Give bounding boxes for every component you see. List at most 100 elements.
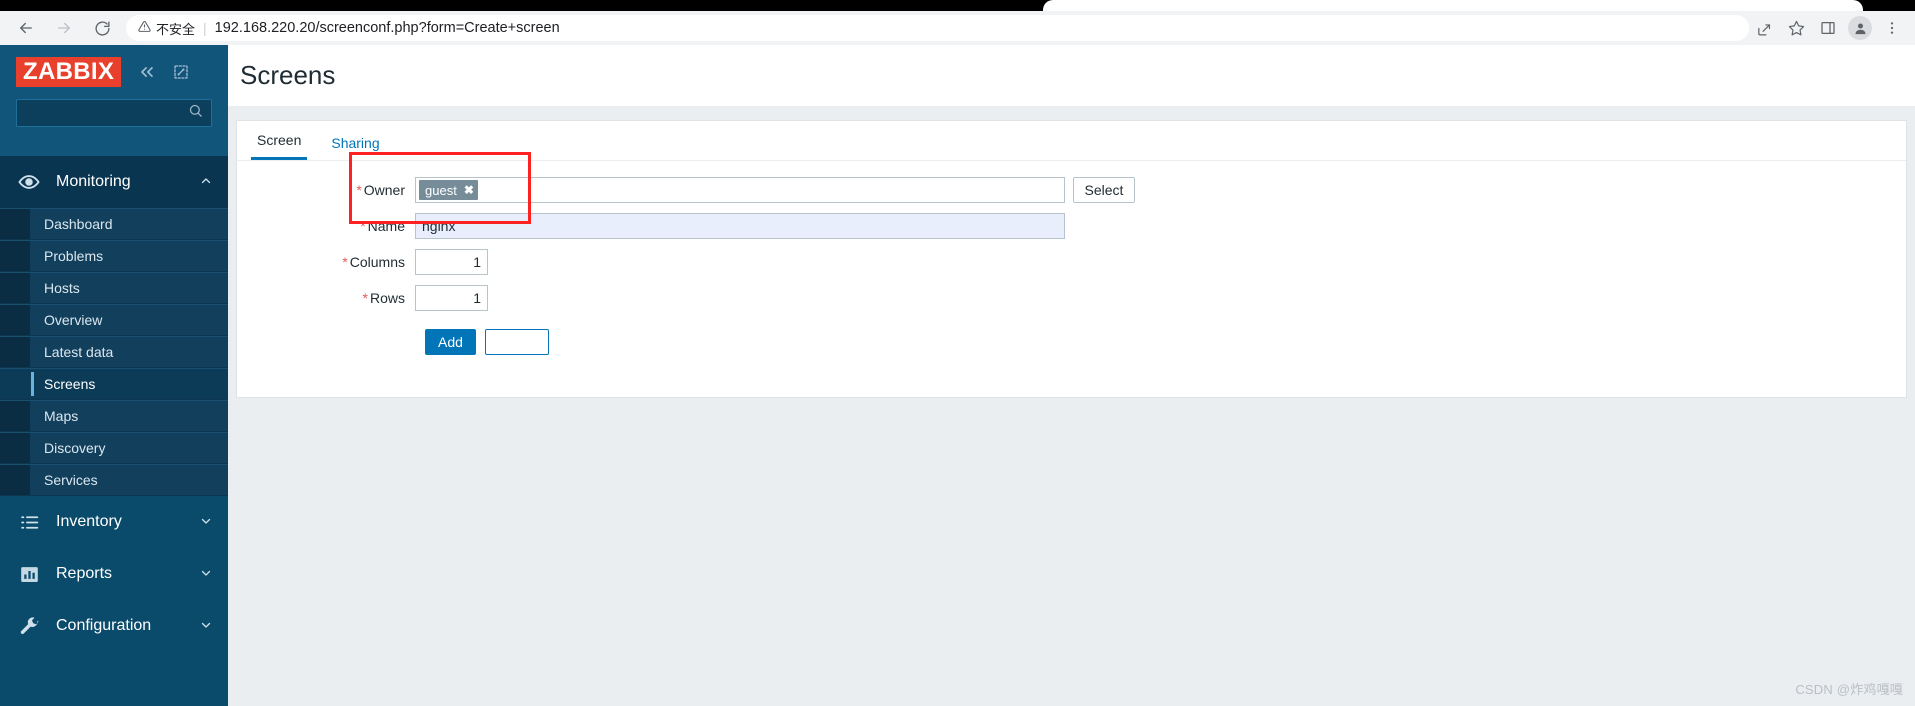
sidebar-item-hosts[interactable]: Hosts xyxy=(0,272,228,304)
address-bar[interactable]: 不安全 | 192.168.220.20/screenconf.php?form… xyxy=(126,15,1749,41)
profile-avatar-icon[interactable] xyxy=(1845,14,1875,42)
security-warning[interactable]: 不安全 xyxy=(138,19,195,38)
name-label: * Name xyxy=(237,218,415,234)
sidebar-item-label: Problems xyxy=(44,248,104,264)
owner-multiselect[interactable]: guest ✖ xyxy=(415,177,1065,203)
forward-arrow-icon[interactable] xyxy=(46,14,82,42)
required-mark: * xyxy=(342,254,348,270)
columns-input[interactable] xyxy=(415,249,488,275)
rows-input[interactable] xyxy=(415,285,488,311)
sidebar-item-label: Hosts xyxy=(44,280,80,296)
select-button[interactable]: Select xyxy=(1073,177,1135,203)
sidebar-section-label: Monitoring xyxy=(56,173,131,190)
form-row-owner: * Owner guest ✖ Select xyxy=(237,177,1906,203)
screen-form: * Owner guest ✖ Select * Name nginx * Co… xyxy=(237,161,1906,355)
eye-icon xyxy=(18,171,40,193)
owner-tag-label: guest xyxy=(425,182,457,198)
expand-compact-icon[interactable] xyxy=(173,64,189,80)
tab-strip-right-spacer xyxy=(1879,0,1915,11)
name-label-text: Name xyxy=(367,218,405,234)
name-input[interactable] xyxy=(415,213,1065,239)
owner-label: * Owner xyxy=(237,182,415,198)
close-x-icon[interactable]: ✖ xyxy=(464,183,474,197)
more-menu-icon[interactable] xyxy=(1877,14,1907,42)
columns-label-text: Columns xyxy=(349,254,405,270)
sidebar-item-overview[interactable]: Overview xyxy=(0,304,228,336)
active-browser-tab[interactable] xyxy=(1043,0,1863,11)
reload-icon[interactable] xyxy=(84,14,120,42)
sidebar-item-services[interactable]: Services xyxy=(0,464,228,496)
required-mark: * xyxy=(356,182,362,198)
sidebar-header: ZABBIX xyxy=(0,45,228,156)
sidebar-section-configuration[interactable]: Configuration xyxy=(0,600,228,652)
toolbar-right-icons xyxy=(1749,14,1915,42)
sidebar-item-label: Dashboard xyxy=(44,216,113,232)
tab-label: Sharing xyxy=(331,135,380,151)
bar-chart-icon xyxy=(18,564,40,585)
share-icon[interactable] xyxy=(1749,14,1779,42)
form-tabs: Screen Sharing xyxy=(237,121,1906,161)
sidebar-item-label: Overview xyxy=(44,312,103,328)
required-mark: * xyxy=(360,218,366,234)
sidebar-item-maps[interactable]: Maps xyxy=(0,400,228,432)
sidebar-section-label: Inventory xyxy=(56,513,122,530)
sidebar-item-latest-data[interactable]: Latest data xyxy=(0,336,228,368)
page-header: Screens xyxy=(228,45,1915,106)
sidebar-item-screens[interactable]: Screens xyxy=(0,368,228,400)
side-panel-icon[interactable] xyxy=(1813,14,1843,42)
app-viewport: ZABBIX Monitoring Dashboard Problems Hos… xyxy=(0,45,1915,706)
chevron-down-icon[interactable] xyxy=(200,515,212,530)
browser-tab-strip xyxy=(0,0,1915,11)
avatar xyxy=(1848,16,1872,40)
sidebar-item-label: Discovery xyxy=(44,440,106,456)
owner-label-text: Owner xyxy=(363,182,405,198)
chevron-up-icon[interactable] xyxy=(200,175,212,190)
double-chevron-left-icon[interactable] xyxy=(137,62,157,82)
navigation-buttons xyxy=(0,14,120,42)
tab-label: Screen xyxy=(257,132,302,148)
back-arrow-icon[interactable] xyxy=(8,14,44,42)
sidebar-section-inventory[interactable]: Inventory xyxy=(0,496,228,548)
sidebar-item-label: Maps xyxy=(44,408,79,424)
sidebar-item-label: Services xyxy=(44,472,98,488)
sidebar-search-wrap xyxy=(0,87,228,128)
security-warning-text: 不安全 xyxy=(156,21,196,37)
search-box[interactable] xyxy=(16,99,212,128)
sidebar-item-dashboard[interactable]: Dashboard xyxy=(0,208,228,240)
form-row-rows: * Rows xyxy=(237,285,1906,311)
sidebar-item-discovery[interactable]: Discovery xyxy=(0,432,228,464)
search-input[interactable] xyxy=(25,105,203,121)
sidebar-item-problems[interactable]: Problems xyxy=(0,240,228,272)
chevron-down-icon[interactable] xyxy=(200,619,212,634)
main-content: Screens Screen Sharing * Owner guest ✖ S… xyxy=(228,45,1915,706)
add-button[interactable]: Add xyxy=(425,329,476,355)
form-row-name: * Name xyxy=(237,213,1906,239)
chevron-down-icon[interactable] xyxy=(200,567,212,582)
page-title: Screens xyxy=(240,60,336,90)
sidebar-item-label: Latest data xyxy=(44,344,114,360)
form-action-buttons: Add xyxy=(425,329,1906,355)
sidebar-submenu-monitoring: Dashboard Problems Hosts Overview Latest… xyxy=(0,208,228,496)
list-icon xyxy=(18,512,40,533)
cancel-button[interactable] xyxy=(484,329,549,355)
tab-sharing[interactable]: Sharing xyxy=(325,135,385,160)
rows-label-text: Rows xyxy=(369,290,405,306)
browser-toolbar: 不安全 | 192.168.220.20/screenconf.php?form… xyxy=(0,11,1915,45)
form-row-columns: * Columns xyxy=(237,249,1906,275)
tab-screen[interactable]: Screen xyxy=(251,132,308,160)
url-text[interactable]: 192.168.220.20/screenconf.php?form=Creat… xyxy=(215,20,560,36)
form-panel: Screen Sharing * Owner guest ✖ Select * … xyxy=(236,120,1907,398)
columns-label: * Columns xyxy=(237,254,415,270)
bookmark-star-icon[interactable] xyxy=(1781,14,1811,42)
sidebar-section-monitoring[interactable]: Monitoring xyxy=(0,156,228,208)
owner-tag[interactable]: guest ✖ xyxy=(419,180,478,200)
sidebar-section-label: Configuration xyxy=(56,617,152,634)
sidebar-item-label: Screens xyxy=(44,376,96,392)
search-icon[interactable] xyxy=(188,103,203,123)
watermark: CSDN @炸鸡嘎嘎 xyxy=(1795,682,1903,697)
sidebar-section-reports[interactable]: Reports xyxy=(0,548,228,600)
address-bar-separator: | xyxy=(203,20,207,36)
warning-triangle-icon xyxy=(138,20,151,36)
zabbix-logo[interactable]: ZABBIX xyxy=(16,57,122,88)
rows-label: * Rows xyxy=(237,290,415,306)
